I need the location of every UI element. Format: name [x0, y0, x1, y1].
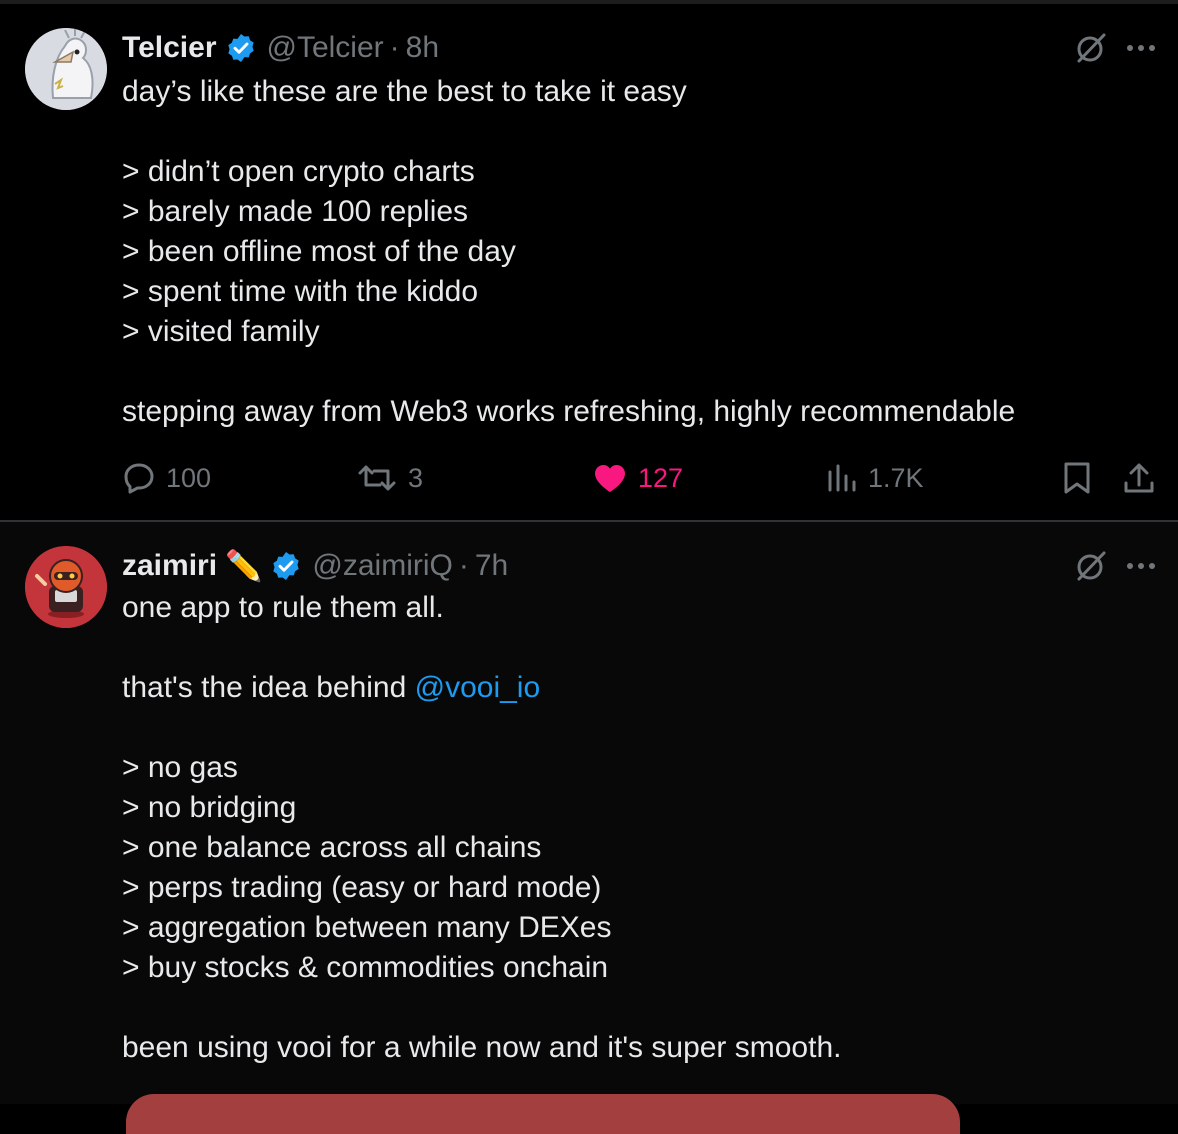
view-count: 1.7K — [868, 462, 924, 493]
tweet-line: > barely made 100 replies — [122, 195, 469, 228]
timestamp[interactable]: 8h — [406, 31, 439, 65]
tweet-zaimiri[interactable]: zaimiri ✏️ @zaimiriQ · 7h one app to rul… — [0, 522, 1178, 1134]
tweet-line: stepping away from Web3 works refreshing… — [122, 395, 1016, 428]
share-button[interactable] — [1122, 456, 1156, 500]
tweet-line: > perps trading (easy or hard mode) — [122, 871, 602, 904]
tweet-header: zaimiri ✏️ @zaimiriQ · 7h — [122, 546, 508, 586]
reply-button[interactable]: 100 — [122, 456, 211, 500]
pencil-emoji: ✏️ — [225, 549, 263, 583]
tweet-text: one app to rule them all. that's the ide… — [122, 588, 841, 1068]
tweet-line: > buy stocks & commodities onchain — [122, 951, 609, 984]
tweet-line: > didn’t open crypto charts — [122, 155, 475, 188]
tweet-line: that's the idea behind @vooi_io — [122, 668, 841, 708]
tweet-line — [122, 112, 1015, 152]
tweet-line: one app to rule them all. — [122, 591, 444, 624]
tweet-line — [122, 988, 841, 1028]
tweet-line — [122, 352, 1015, 392]
author-handle[interactable]: @zaimiriQ — [312, 549, 452, 583]
tweet-actions: 100 3 127 1.7K — [122, 456, 1158, 500]
timestamp[interactable]: 7h — [475, 549, 508, 583]
tweet-text: day’s like these are the best to take it… — [122, 72, 1015, 432]
separator-dot: · — [458, 549, 469, 582]
reply-icon — [124, 463, 154, 494]
separator-dot: · — [389, 31, 400, 64]
grok-icon[interactable] — [1074, 549, 1108, 583]
tweet-line: > one balance across all chains — [122, 831, 542, 864]
like-button[interactable]: 127 — [592, 456, 683, 500]
repost-icon — [358, 465, 396, 491]
author-name[interactable]: Telcier — [122, 31, 217, 65]
tweet-line — [122, 708, 841, 748]
grok-icon[interactable] — [1074, 31, 1108, 65]
avatar[interactable] — [25, 28, 107, 110]
tweet-header: Telcier @Telcier · 8h — [122, 28, 439, 68]
tweet-line-text: that's the idea behind — [122, 671, 415, 704]
repost-count: 3 — [408, 462, 424, 493]
mention-link[interactable]: @vooi_io — [415, 671, 541, 704]
share-icon — [1124, 463, 1154, 493]
tweet-telcier[interactable]: Telcier @Telcier · 8h day’s like these a… — [0, 4, 1178, 520]
author-name[interactable]: zaimiri — [122, 549, 217, 583]
bookmark-button[interactable] — [1062, 456, 1092, 500]
tweet-line: > spent time with the kiddo — [122, 275, 479, 308]
tweet-top-actions — [1074, 546, 1156, 586]
tweet-line: been using vooi for a while now and it's… — [122, 1031, 842, 1064]
more-icon[interactable] — [1126, 43, 1156, 53]
tweet-line: > been offline most of the day — [122, 235, 516, 268]
views-button[interactable]: 1.7K — [826, 456, 924, 500]
verified-badge-icon — [270, 550, 302, 582]
bookmark-icon — [1064, 462, 1090, 494]
avatar[interactable] — [25, 546, 107, 628]
like-count: 127 — [638, 462, 684, 493]
repost-button[interactable]: 3 — [356, 456, 423, 500]
avatar-robot-image — [25, 546, 107, 628]
media-preview[interactable] — [126, 1094, 960, 1134]
more-icon[interactable] — [1126, 561, 1156, 571]
reply-count: 100 — [166, 462, 212, 493]
tweet-line: > no gas — [122, 751, 238, 784]
tweet-line — [122, 628, 841, 668]
verified-badge-icon — [225, 32, 257, 64]
author-handle[interactable]: @Telcier — [267, 31, 384, 65]
tweet-line: day’s like these are the best to take it… — [122, 75, 687, 108]
avatar-bird-image — [25, 28, 107, 110]
views-icon — [828, 464, 856, 492]
tweet-line: > no bridging — [122, 791, 297, 824]
tweet-line: > aggregation between many DEXes — [122, 911, 612, 944]
tweet-top-actions — [1074, 28, 1156, 68]
tweet-line: > visited family — [122, 315, 320, 348]
heart-icon — [595, 465, 625, 492]
